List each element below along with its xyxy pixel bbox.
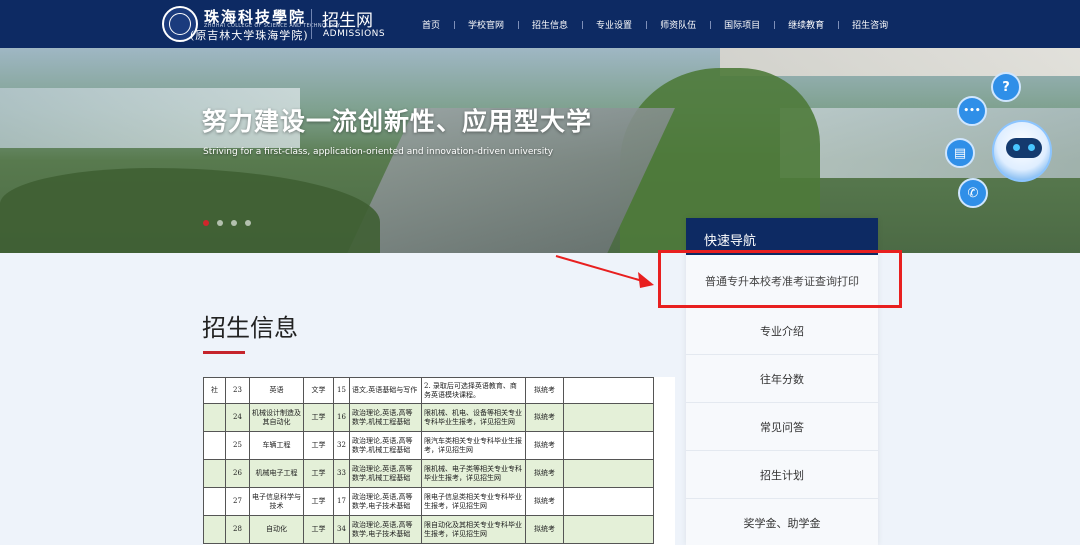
- book-icon[interactable]: ▤: [945, 138, 975, 168]
- nav-item-consult[interactable]: 招生咨询: [838, 18, 902, 31]
- table-cell-mode: 拟统考: [525, 403, 564, 432]
- quick-nav-plan[interactable]: 招生计划: [686, 451, 878, 499]
- table-cell-number: 25: [225, 431, 250, 460]
- table-cell-category: 工学: [303, 403, 334, 432]
- table-cell-major: 机械设计制造及其自动化: [249, 403, 304, 432]
- banner-title: 努力建设一流创新性、应用型大学: [202, 107, 593, 136]
- carousel-dots: [203, 220, 251, 226]
- nav-item-continuing-edu[interactable]: 继续教育: [774, 18, 838, 31]
- table-cell-group: [203, 487, 226, 516]
- quick-nav-past-scores[interactable]: 往年分数: [686, 355, 878, 403]
- table-cell-requirements: 限自动化及其相关专业专科毕业生报考，详见招生网: [421, 515, 526, 544]
- table-cell-plan: 32: [333, 431, 350, 460]
- table-cell-plan: 34: [333, 515, 350, 544]
- question-icon[interactable]: ?: [991, 72, 1021, 102]
- quick-nav-majors[interactable]: 专业介绍: [686, 307, 878, 355]
- table-row: 社 23 英语 文学 15 语文,英语基础与写作 2. 录取后可选择英语教育、商务英语模块课…: [203, 377, 654, 404]
- table-cell-category: 工学: [303, 431, 334, 460]
- table-cell-number: 23: [225, 377, 250, 404]
- table-cell-subjects: 语文,英语基础与写作: [349, 377, 422, 404]
- annotation-highlight-box: [658, 250, 902, 308]
- table-cell-major: 机械电子工程: [249, 459, 304, 488]
- nav-item-official-site[interactable]: 学校官网: [454, 18, 518, 31]
- table-cell-mode: 拟统考: [525, 431, 564, 460]
- quick-nav-scholarship[interactable]: 奖学金、助学金: [686, 499, 878, 545]
- carousel-dot[interactable]: [245, 220, 251, 226]
- table-cell-plan: 16: [333, 403, 350, 432]
- table-cell-plan: 17: [333, 487, 350, 516]
- table-cell-requirements: 限汽车类相关专业专科毕业生报考，详见招生网: [421, 431, 526, 460]
- table-cell-major: 自动化: [249, 515, 304, 544]
- carousel-dot[interactable]: [203, 220, 209, 226]
- table-cell-group: [203, 459, 226, 488]
- carousel-dot[interactable]: [217, 220, 223, 226]
- table-cell-requirements: 限机械、机电、设备等相关专业专科毕业生报考，详见招生网: [421, 403, 526, 432]
- nav-item-international[interactable]: 国际项目: [710, 18, 774, 31]
- header-divider: [311, 9, 312, 39]
- table-cell-subjects: 政治理论,英语,高等数学,机械工程基础: [349, 403, 422, 432]
- table-cell-requirements: 2. 录取后可选择英语教育、商务英语模块课程。: [421, 377, 526, 404]
- table-row: 24 机械设计制造及其自动化 工学 16 政治理论,英语,高等数学,机械工程基础 限机械、…: [203, 403, 654, 432]
- table-cell-category: 工学: [303, 459, 334, 488]
- table-cell-major: 英语: [249, 377, 304, 404]
- table-cell-subjects: 政治理论,英语,高等数学,电子技术基础: [349, 515, 422, 544]
- carousel-dot[interactable]: [231, 220, 237, 226]
- nav-item-majors[interactable]: 专业设置: [582, 18, 646, 31]
- table-cell-empty: [563, 459, 654, 488]
- table-cell-plan: 15: [333, 377, 350, 404]
- table-cell-mode: 拟统考: [525, 459, 564, 488]
- nav-item-admission-info[interactable]: 招生信息: [518, 18, 582, 31]
- admissions-title-en: ADMISSIONS: [323, 29, 386, 39]
- phone-icon[interactable]: ✆: [958, 178, 988, 208]
- table-cell-category: 文学: [303, 377, 334, 404]
- table-row: 25 车辆工程 工学 32 政治理论,英语,高等数学,机械工程基础 限汽车类相关专业专科毕…: [203, 431, 654, 460]
- table-cell-group: [203, 515, 226, 544]
- table-cell-mode: 拟统考: [525, 487, 564, 516]
- table-cell-number: 26: [225, 459, 250, 488]
- table-row: 26 机械电子工程 工学 33 政治理论,英语,高等数学,机械工程基础 限机械、电子类等相…: [203, 459, 654, 488]
- table-cell-number: 24: [225, 403, 250, 432]
- admissions-title[interactable]: 招生网: [322, 6, 373, 31]
- table-cell-empty: [563, 377, 654, 404]
- table-row: 27 电子信息科学与技术 工学 17 政治理论,英语,高等数学,电子技术基础 限电子信息类…: [203, 487, 654, 516]
- table-cell-empty: [563, 515, 654, 544]
- table-row: 28 自动化 工学 34 政治理论,英语,高等数学,电子技术基础 限自动化及其相关专业专科…: [203, 515, 654, 544]
- table-cell-mode: 拟统考: [525, 377, 564, 404]
- hero-banner: 努力建设一流创新性、应用型大学 Striving for a first-cla…: [0, 48, 1080, 253]
- table-cell-subjects: 政治理论,英语,高等数学,机械工程基础: [349, 431, 422, 460]
- nav-item-faculty[interactable]: 师资队伍: [646, 18, 710, 31]
- table-cell-requirements: 限电子信息类相关专业专科毕业生报考，详见招生网: [421, 487, 526, 516]
- banner-scenery: [720, 48, 1080, 76]
- main-nav: 首页 学校官网 招生信息 专业设置 师资队伍 国际项目 继续教育 招生咨询: [408, 0, 902, 48]
- school-subtitle: (原吉林大学珠海学院): [190, 29, 309, 42]
- site-header: 珠海科技學院 ZHUHAI COLLEGE OF SCIENCE AND TEC…: [0, 0, 1080, 48]
- quick-nav-faq[interactable]: 常见问答: [686, 403, 878, 451]
- table-cell-empty: [563, 487, 654, 516]
- admission-table-image: 社 23 英语 文学 15 语文,英语基础与写作 2. 录取后可选择英语教育、商务英语模块课…: [203, 377, 675, 545]
- table-cell-number: 28: [225, 515, 250, 544]
- table-cell-subjects: 政治理论,英语,高等数学,电子技术基础: [349, 487, 422, 516]
- table-cell-group: [203, 431, 226, 460]
- table-cell-empty: [563, 431, 654, 460]
- table-cell-group: 社: [203, 377, 226, 404]
- robot-assistant-icon[interactable]: [992, 120, 1052, 182]
- table-cell-plan: 33: [333, 459, 350, 488]
- table-cell-major: 电子信息科学与技术: [249, 487, 304, 516]
- admission-table: 社 23 英语 文学 15 语文,英语基础与写作 2. 录取后可选择英语教育、商务英语模块课…: [203, 377, 654, 544]
- table-cell-number: 27: [225, 487, 250, 516]
- table-cell-empty: [563, 403, 654, 432]
- nav-item-home[interactable]: 首页: [408, 18, 454, 31]
- banner-subtitle: Striving for a first-class, application-…: [203, 147, 554, 157]
- banner-scenery: [0, 168, 380, 253]
- table-cell-mode: 拟统考: [525, 515, 564, 544]
- table-cell-subjects: 政治理论,英语,高等数学,机械工程基础: [349, 459, 422, 488]
- chat-icon[interactable]: •••: [957, 96, 987, 126]
- table-cell-category: 工学: [303, 515, 334, 544]
- title-underline: [203, 351, 245, 354]
- section-title: 招生信息: [202, 314, 298, 342]
- table-cell-group: [203, 403, 226, 432]
- table-cell-category: 工学: [303, 487, 334, 516]
- table-cell-major: 车辆工程: [249, 431, 304, 460]
- table-cell-requirements: 限机械、电子类等相关专业专科毕业生报考，详见招生网: [421, 459, 526, 488]
